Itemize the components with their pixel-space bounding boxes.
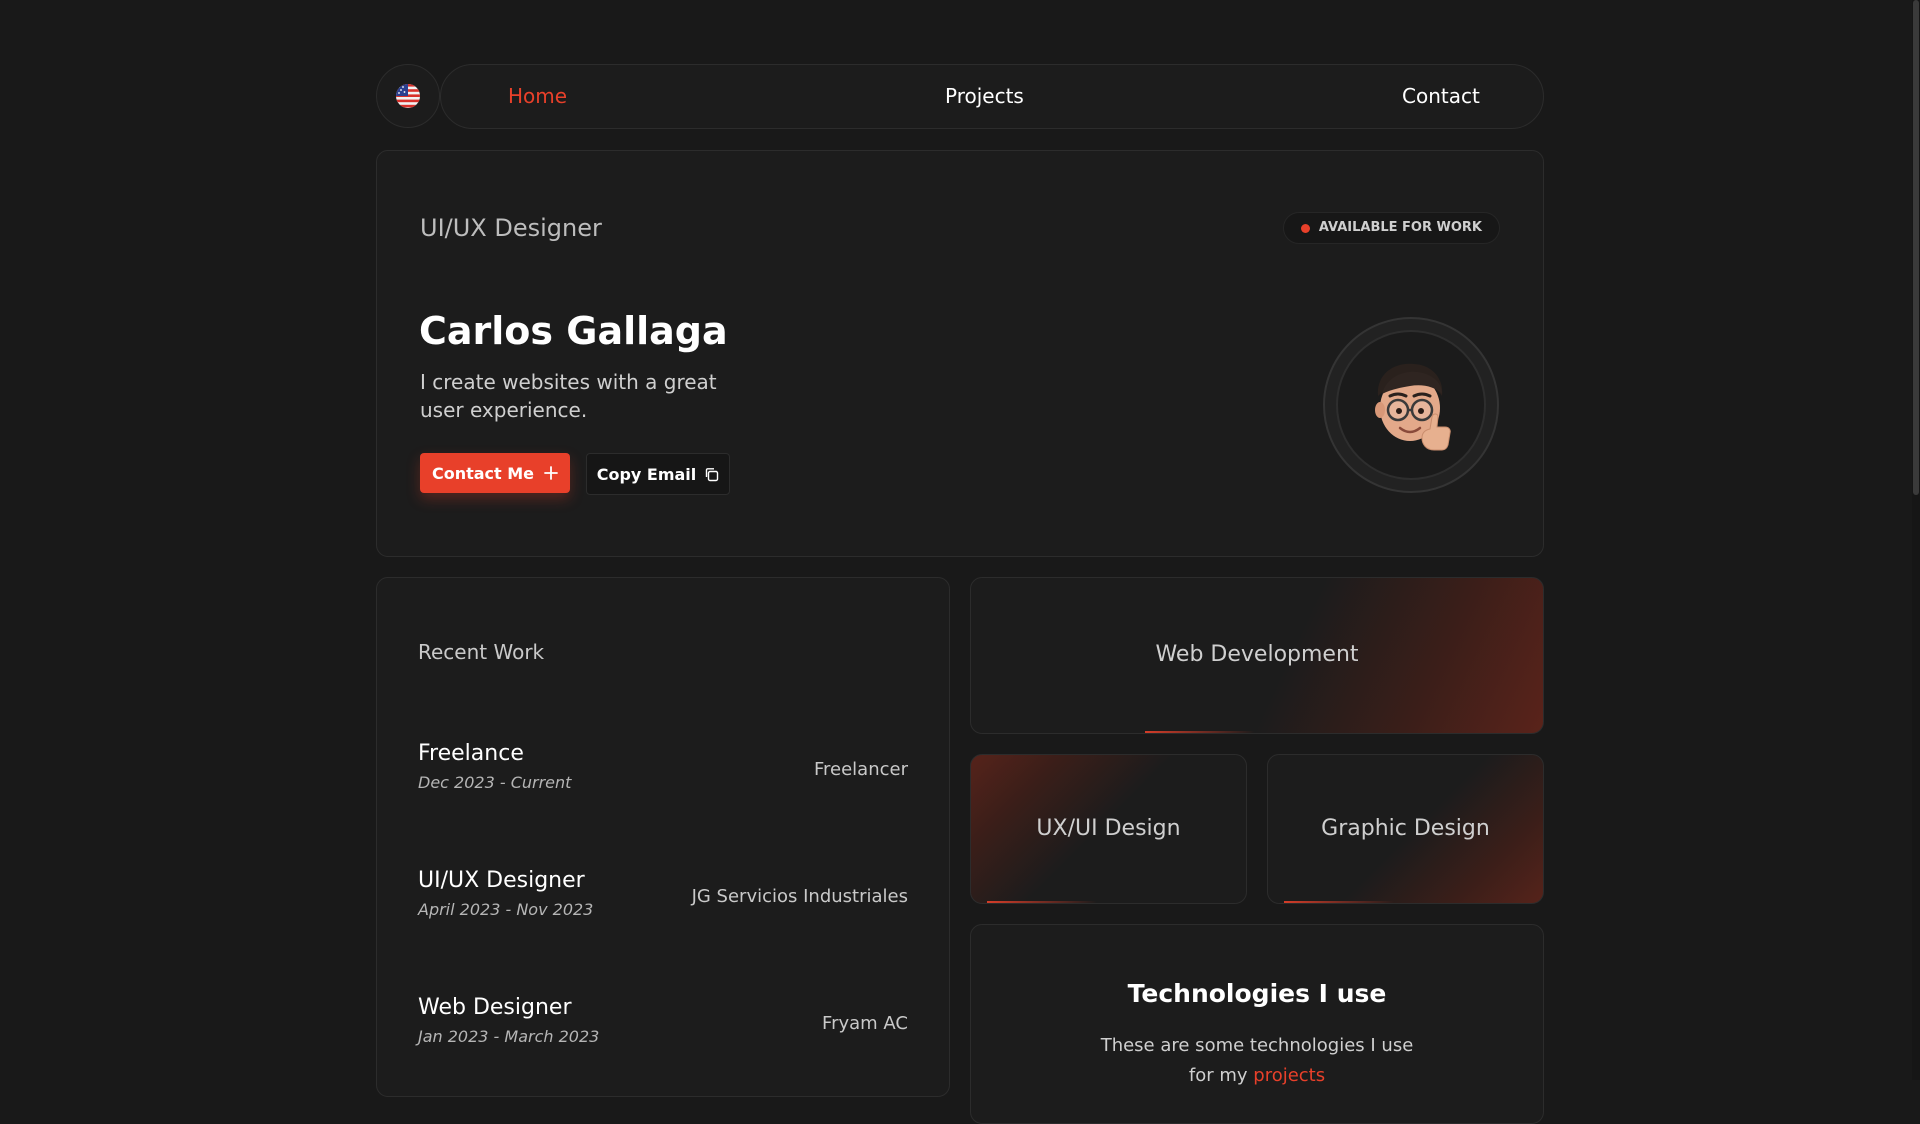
tagline: I create websites with a great user expe…	[420, 370, 717, 422]
availability-label: AVAILABLE FOR WORK	[1318, 220, 1482, 235]
person-name: Carlos Gallaga	[419, 309, 728, 353]
status-dot-icon	[1300, 224, 1310, 233]
nav-item-home[interactable]: Home	[508, 65, 567, 128]
role-title: UI/UX Designer	[420, 214, 602, 242]
technologies-title: Technologies I use	[1127, 979, 1387, 1008]
service-label: Web Development	[1155, 642, 1359, 667]
nav-item-projects[interactable]: Projects	[945, 65, 1024, 128]
service-underline	[987, 901, 1097, 903]
copy-email-label: Copy Email	[596, 464, 697, 484]
plus-icon	[544, 466, 558, 480]
copy-email-button[interactable]: Copy Email	[586, 453, 730, 495]
list-item: Freelance Dec 2023 - Current Freelancer	[418, 741, 908, 801]
service-underline	[1284, 901, 1394, 903]
us-flag-icon	[396, 84, 420, 108]
scrollbar-thumb[interactable]	[1913, 0, 1919, 495]
list-item: UI/UX Designer April 2023 - Nov 2023 JG …	[418, 868, 908, 928]
technologies-text: These are some technologies I use for my…	[1091, 1031, 1423, 1091]
service-underline	[1145, 731, 1255, 733]
work-dates: Jan 2023 - March 2023	[418, 1027, 600, 1046]
work-dates: Dec 2023 - Current	[418, 773, 572, 792]
recent-work-card: Recent Work Freelance Dec 2023 - Current…	[376, 577, 950, 1097]
list-item: Web Designer Jan 2023 - March 2023 Fryam…	[418, 995, 908, 1055]
work-company: JG Servicios Industriales	[691, 886, 908, 907]
contact-me-button[interactable]: Contact Me	[420, 453, 570, 493]
work-dates: April 2023 - Nov 2023	[418, 900, 594, 919]
work-title: Freelance	[418, 741, 524, 766]
contact-me-label: Contact Me	[431, 463, 535, 483]
page-scrollbar[interactable]	[1912, 0, 1920, 1080]
work-company: Freelancer	[813, 759, 908, 780]
language-switcher-button[interactable]	[376, 64, 440, 128]
projects-link[interactable]: projects	[1253, 1065, 1325, 1086]
service-card-web-development[interactable]: Web Development	[970, 577, 1544, 734]
service-card-uxui-design[interactable]: UX/UI Design	[970, 754, 1247, 904]
work-company: Fryam AC	[822, 1013, 908, 1034]
copy-icon	[706, 467, 719, 481]
service-label: Graphic Design	[1321, 816, 1490, 841]
memoji-avatar-icon	[1375, 363, 1451, 451]
service-card-graphic-design[interactable]: Graphic Design	[1267, 754, 1544, 904]
availability-badge: AVAILABLE FOR WORK	[1282, 212, 1500, 244]
nav-item-contact[interactable]: Contact	[1402, 65, 1480, 128]
work-title: UI/UX Designer	[418, 868, 585, 893]
work-title: Web Designer	[418, 995, 572, 1020]
technologies-card: Technologies I use These are some techno…	[970, 924, 1544, 1124]
recent-work-title: Recent Work	[418, 640, 545, 664]
hero-card: UI/UX Designer AVAILABLE FOR WORK Carlos…	[376, 150, 1544, 557]
avatar	[1323, 317, 1499, 493]
main-nav: Home Projects Contact	[440, 64, 1544, 129]
avatar-frame	[1336, 330, 1486, 480]
service-label: UX/UI Design	[1036, 816, 1181, 841]
